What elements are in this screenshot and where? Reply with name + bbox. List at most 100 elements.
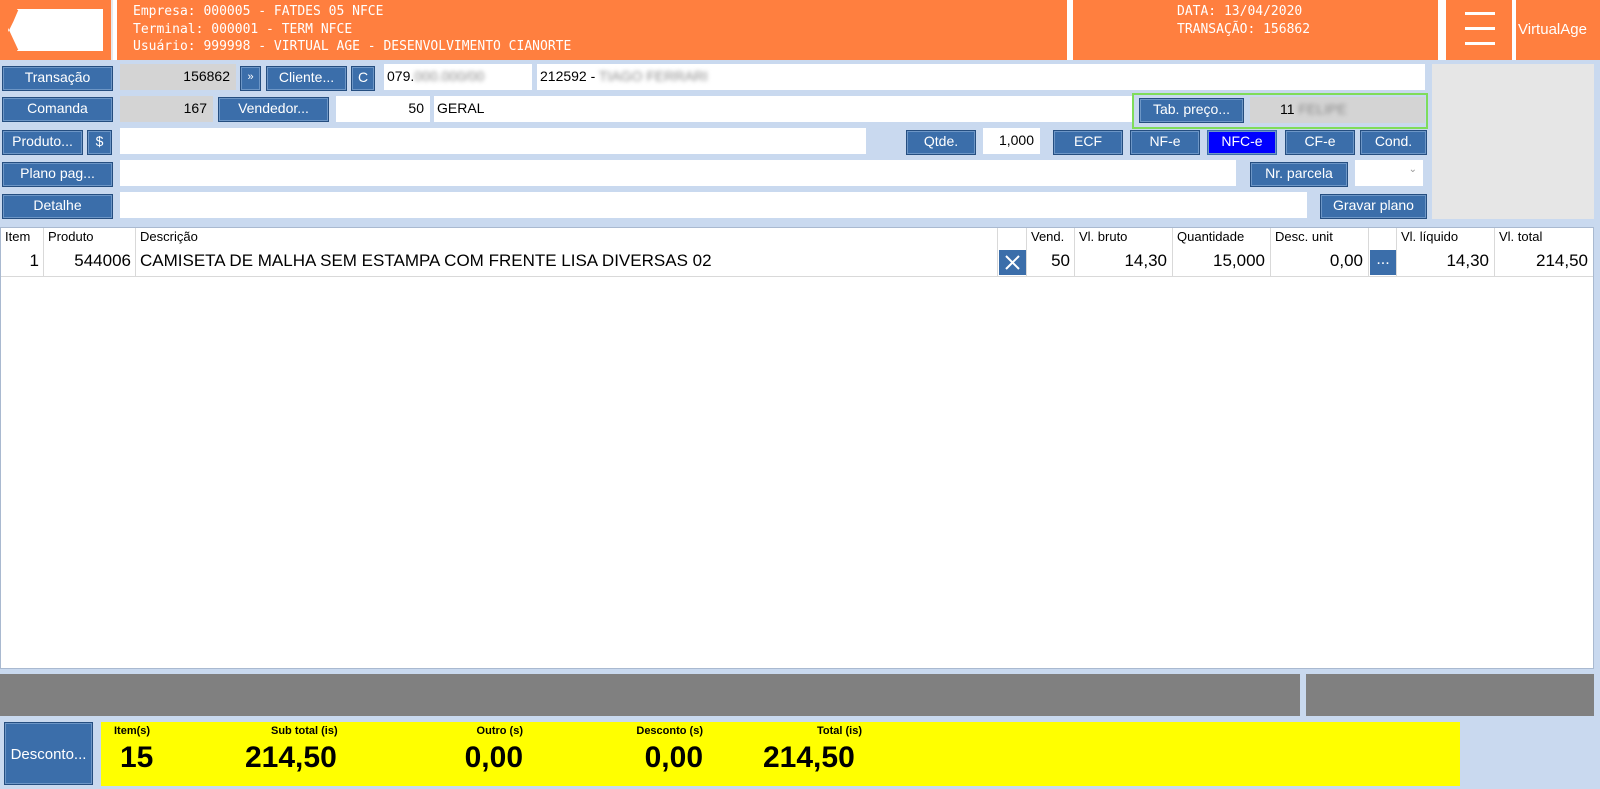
- subtotal-label: Sub total (is): [271, 725, 338, 737]
- cell-vend: 50: [1051, 251, 1070, 270]
- transacao-button[interactable]: Transação: [2, 66, 113, 91]
- cliente-document-blurred: 000.000/00: [414, 68, 485, 84]
- items-table: Item 1 Produto 544006 Descrição CAMISETA…: [0, 227, 1594, 669]
- gravar-plano-button[interactable]: Gravar plano: [1320, 194, 1427, 219]
- cliente-name-code: 212592 -: [540, 68, 599, 84]
- comanda-button[interactable]: Comanda: [2, 97, 113, 122]
- vendedor-code-field[interactable]: 50: [336, 96, 430, 122]
- cell-vl-bruto: 14,30: [1124, 251, 1167, 270]
- col-desc-unit: Desc. unit 0,00: [1271, 228, 1369, 276]
- col-descricao: Descrição CAMISETA DE MALHA SEM ESTAMPA …: [136, 228, 998, 276]
- produto-button[interactable]: Produto...: [2, 130, 83, 155]
- brand-logo: VirtualAge: [1516, 0, 1600, 60]
- col-vl-liquido: Vl. líquido 14,30: [1397, 228, 1495, 276]
- nfce-button[interactable]: NFC-e: [1207, 130, 1277, 155]
- cliente-c-button[interactable]: C: [351, 66, 375, 91]
- produto-input[interactable]: [120, 128, 866, 154]
- plano-pag-input[interactable]: [120, 160, 1236, 186]
- totals-panel: Item(s) 15 Sub total (is) 214,50 Outro (…: [101, 722, 1460, 786]
- tab-preco-group: Tab. preço... 11 FELIPE: [1132, 93, 1428, 129]
- cliente-document-field[interactable]: 079.000.000/00: [384, 64, 532, 90]
- back-button-label: Voltar: [24, 18, 71, 38]
- tab-preco-name-blurred: FELIPE: [1298, 101, 1347, 117]
- cond-button[interactable]: Cond.: [1360, 130, 1427, 155]
- col-quantidade: Quantidade 15,000: [1173, 228, 1271, 276]
- header-vl-bruto: Vl. bruto: [1079, 229, 1128, 244]
- close-icon: [1005, 255, 1020, 270]
- desconto-total-label: Desconto (s): [636, 725, 703, 737]
- header-desc-unit: Desc. unit: [1275, 229, 1333, 244]
- tab-preco-button[interactable]: Tab. preço...: [1139, 98, 1244, 123]
- status-bar-left: [0, 674, 1300, 716]
- comanda-field[interactable]: 167: [120, 96, 213, 122]
- desconto-total-value: 0,00: [644, 741, 703, 774]
- parcela-dropdown[interactable]: ⌄: [1355, 160, 1423, 186]
- vendedor-button[interactable]: Vendedor...: [218, 97, 329, 122]
- empresa-text: Empresa: 000005 - FATDES 05 NFCE: [133, 4, 384, 19]
- header-vl-total: Vl. total: [1499, 229, 1543, 244]
- chevron-down-icon: ⌄: [1408, 164, 1417, 175]
- nr-parcela-button[interactable]: Nr. parcela: [1250, 162, 1348, 187]
- transaction-text: TRANSAÇÃO: 156862: [1177, 21, 1311, 37]
- cell-produto: 544006: [74, 251, 131, 270]
- total-label: Total (is): [817, 725, 863, 737]
- side-panel: [1432, 64, 1594, 219]
- qtde-field[interactable]: 1,000: [983, 128, 1040, 154]
- cliente-name-blurred: TIAGO FERRARI: [598, 68, 708, 84]
- more-options-button[interactable]: ...: [1370, 250, 1396, 275]
- table-row[interactable]: [1, 276, 1593, 277]
- col-vend: Vend. 50: [1027, 228, 1075, 276]
- outro-value: 0,00: [464, 741, 523, 774]
- cliente-name-field[interactable]: 212592 - TIAGO FERRARI: [537, 64, 1425, 90]
- col-produto: Produto 544006: [44, 228, 136, 276]
- cell-item: 1: [29, 251, 39, 270]
- menu-button[interactable]: [1446, 0, 1512, 60]
- tab-preco-field[interactable]: 11 FELIPE: [1250, 97, 1425, 123]
- status-bar-right: [1306, 674, 1594, 716]
- price-lookup-button[interactable]: $: [87, 130, 112, 155]
- cell-quantidade: 15,000: [1213, 251, 1265, 270]
- subtotal-value: 214,50: [245, 741, 337, 774]
- total-value: 214,50: [763, 741, 855, 774]
- cell-vl-total: 214,50: [1536, 251, 1588, 270]
- back-button[interactable]: Voltar: [0, 0, 113, 60]
- transacao-field[interactable]: 156862: [120, 64, 236, 90]
- cell-vl-liquido: 14,30: [1446, 251, 1489, 270]
- col-item: Item 1: [1, 228, 44, 276]
- header-vend: Vend.: [1031, 229, 1065, 244]
- ecf-button[interactable]: ECF: [1053, 130, 1123, 155]
- items-value: 15: [120, 741, 154, 774]
- forward-button[interactable]: »: [240, 66, 261, 91]
- outro-label: Outro (s): [476, 725, 523, 737]
- header-produto: Produto: [48, 229, 94, 244]
- plano-pag-button[interactable]: Plano pag...: [2, 162, 113, 187]
- detalhe-button[interactable]: Detalhe: [2, 194, 113, 219]
- session-info: Empresa: 000005 - FATDES 05 NFCE Termina…: [117, 0, 1067, 60]
- header-item: Item: [5, 229, 31, 244]
- desconto-button[interactable]: Desconto...: [4, 722, 93, 785]
- qtde-button[interactable]: Qtde.: [906, 130, 976, 155]
- cliente-button[interactable]: Cliente...: [266, 66, 347, 91]
- header-vl-liquido: Vl. líquido: [1401, 229, 1459, 244]
- transaction-info: DATA: 13/04/2020 TRANSAÇÃO: 156862: [1073, 0, 1438, 60]
- cell-descricao: CAMISETA DE MALHA SEM ESTAMPA COM FRENTE…: [140, 251, 712, 270]
- tab-preco-code: 11: [1280, 101, 1295, 117]
- vendedor-name-field[interactable]: GERAL: [434, 96, 1132, 122]
- terminal-text: Terminal: 000001 - TERM NFCE: [133, 21, 353, 37]
- top-header: Voltar Empresa: 000005 - FATDES 05 NFCE …: [0, 0, 1600, 60]
- cfe-button[interactable]: CF-e: [1285, 130, 1355, 155]
- col-vl-bruto: Vl. bruto 14,30: [1075, 228, 1173, 276]
- col-vl-total: Vl. total 214,50: [1495, 228, 1593, 276]
- date-text: DATA: 13/04/2020: [1177, 4, 1303, 19]
- nfe-button[interactable]: NF-e: [1130, 130, 1200, 155]
- items-label: Item(s): [114, 725, 151, 737]
- header-quantidade: Quantidade: [1177, 229, 1245, 244]
- cliente-document-text: 079.: [387, 68, 415, 84]
- usuario-text: Usuário: 999998 - VIRTUAL AGE - DESENVOL…: [133, 39, 572, 54]
- header-descricao: Descrição: [140, 229, 198, 244]
- remove-item-button[interactable]: [999, 250, 1026, 275]
- detalhe-input[interactable]: [120, 192, 1307, 218]
- cell-desc-unit: 0,00: [1329, 251, 1363, 270]
- col-remove: [998, 228, 1027, 276]
- col-more: ...: [1369, 228, 1397, 276]
